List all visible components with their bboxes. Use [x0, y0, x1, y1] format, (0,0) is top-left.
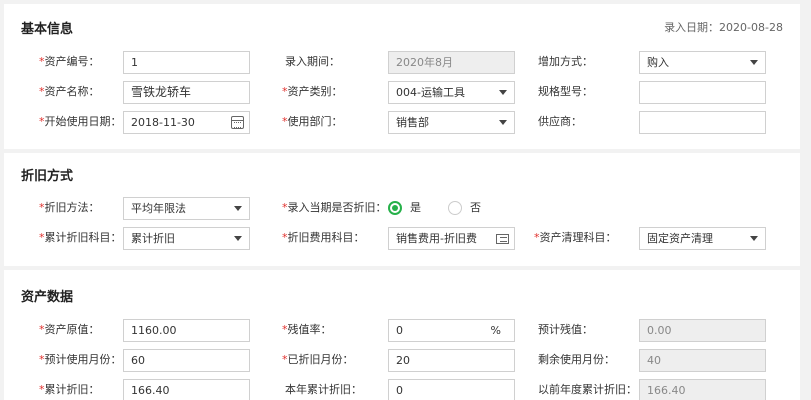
asset-name-label: *资产名称： [39, 85, 100, 98]
est-months-label: *预计使用月份： [39, 353, 122, 366]
percent-sign: % [490, 324, 501, 337]
basic-info-title: 基本信息 [21, 22, 74, 37]
chevron-down-icon [499, 90, 507, 95]
chevron-down-icon [750, 236, 758, 241]
asset-category-select[interactable]: 004-运输工具 [388, 81, 515, 104]
prior-years-label: 以前年度累计折旧： [538, 383, 637, 396]
est-residual-field: 0.00 [639, 319, 766, 342]
accum-dep-account-label: *累计折旧科目： [39, 231, 122, 244]
supplier-input[interactable] [639, 111, 766, 134]
residual-rate-label: *残值率： [282, 323, 332, 336]
list-icon[interactable] [496, 234, 509, 244]
add-method-label: 增加方式： [538, 55, 593, 68]
expense-account-label: *折旧费用科目： [282, 231, 365, 244]
depreciation-title: 折旧方式 [21, 169, 74, 184]
radio-yes[interactable] [388, 201, 402, 215]
chevron-down-icon [499, 120, 507, 125]
entry-period-label: 录入期间： [285, 55, 340, 68]
spec-input[interactable] [639, 81, 766, 104]
year-accum-label: 本年累计折旧： [285, 383, 362, 396]
asset-code-input[interactable]: 1 [123, 51, 250, 74]
chevron-down-icon [234, 236, 242, 241]
residual-rate-input[interactable]: 0% [388, 319, 515, 342]
remaining-months-field: 40 [639, 349, 766, 372]
chevron-down-icon [750, 60, 758, 65]
remaining-months-label: 剩余使用月份： [538, 353, 615, 366]
accum-dep-label: *累计折旧： [39, 383, 100, 396]
clearing-account-select[interactable]: 固定资产清理 [639, 227, 766, 250]
start-date-label: *开始使用日期： [39, 115, 122, 128]
radio-no[interactable] [448, 201, 462, 215]
depreciated-months-label: *已折旧月份： [282, 353, 354, 366]
depreciation-section: 折旧方式 *折旧方法： 平均年限法 *录入当期是否折旧： 是 否 *累计折旧科目… [4, 153, 800, 266]
original-value-label: *资产原值： [39, 323, 100, 336]
depreciated-months-input[interactable]: 20 [388, 349, 515, 372]
dep-method-select[interactable]: 平均年限法 [123, 197, 250, 220]
clearing-account-label: *资产清理科目： [534, 231, 617, 244]
basic-info-section: 基本信息 录入日期：2020-08-28 *资产编号： 1 录入期间： 2020… [4, 4, 800, 149]
original-value-input[interactable]: 1160.00 [123, 319, 250, 342]
radio-yes-label: 是 [410, 201, 421, 214]
add-method-select[interactable]: 购入 [639, 51, 766, 74]
asset-data-section: 资产数据 *资产原值： 1160.00 *残值率： 0% 预计残值： 0.00 … [4, 270, 800, 400]
asset-data-title: 资产数据 [21, 290, 74, 305]
current-period-dep-label: *录入当期是否折旧： [282, 201, 387, 214]
spec-label: 规格型号： [538, 85, 593, 98]
asset-category-label: *资产类别： [282, 85, 343, 98]
expense-account-input[interactable]: 销售费用-折旧费 [388, 227, 515, 250]
asset-name-input[interactable]: 雪铁龙轿车 [123, 81, 250, 104]
asset-code-label: *资产编号： [39, 55, 100, 68]
department-select[interactable]: 销售部 [388, 111, 515, 134]
radio-no-label: 否 [470, 201, 481, 214]
est-months-input[interactable]: 60 [123, 349, 250, 372]
entry-date: 录入日期：2020-08-28 [664, 21, 783, 34]
chevron-down-icon [234, 206, 242, 211]
calendar-icon[interactable] [231, 116, 244, 129]
start-date-input[interactable]: 2018-11-30 [123, 111, 250, 134]
accum-dep-input[interactable]: 166.40 [123, 379, 250, 400]
est-residual-label: 预计残值： [538, 323, 593, 336]
entry-period-field: 2020年8月 [388, 51, 515, 74]
accum-dep-account-select[interactable]: 累计折旧 [123, 227, 250, 250]
supplier-label: 供应商： [538, 115, 582, 128]
prior-years-field: 166.40 [639, 379, 766, 400]
department-label: *使用部门： [282, 115, 343, 128]
dep-method-label: *折旧方法： [39, 201, 100, 214]
year-accum-input[interactable]: 0 [388, 379, 515, 400]
